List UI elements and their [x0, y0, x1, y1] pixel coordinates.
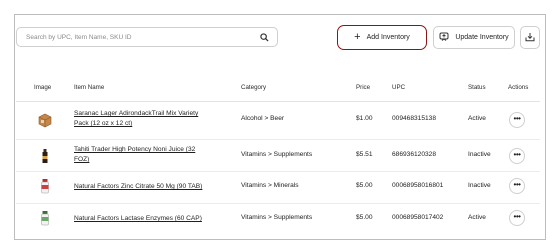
add-inventory-label: Add Inventory [366, 34, 410, 41]
upc-cell: 009468315138 [392, 115, 437, 122]
header-price: Price [356, 84, 371, 91]
item-name-line2: Pack (12 oz x 12 ct) [74, 120, 133, 127]
upc-cell: 00068958017402 [392, 214, 444, 221]
status-cell: Inactive [468, 182, 491, 189]
price-cell: $5.00 [356, 214, 373, 221]
plus-icon: + [354, 31, 361, 43]
category-cell: Vitamins > Supplements [241, 151, 313, 158]
header-image: Image [34, 84, 52, 91]
download-icon [525, 32, 535, 44]
row-actions-button[interactable]: ••• [509, 178, 525, 194]
capsule-bottle-icon [38, 210, 52, 226]
price-cell: $5.00 [356, 182, 373, 189]
header-category: Category [241, 84, 267, 91]
row-actions-button[interactable]: ••• [509, 210, 525, 226]
row-actions-button[interactable]: ••• [509, 112, 525, 128]
search-placeholder: Search by UPC, Item Name, SKU ID [26, 33, 132, 41]
beer-pack-icon [38, 112, 52, 128]
header-upc: UPC [392, 84, 406, 91]
row-actions-button[interactable]: ••• [509, 148, 525, 164]
upc-cell: 686936120328 [392, 151, 437, 158]
header-status: Status [468, 84, 486, 91]
table-row[interactable]: Saranac Lager AdirondackTrail Mix Variet… [16, 102, 540, 139]
item-name-line2: FOZ) [74, 156, 90, 163]
status-cell: Active [468, 115, 486, 122]
download-button[interactable] [520, 26, 540, 49]
status-cell: Active [468, 214, 486, 221]
category-cell: Vitamins > Minerals [241, 182, 299, 189]
add-inventory-button[interactable]: + Add Inventory [337, 25, 427, 50]
header-item-name: Item Name [74, 84, 105, 91]
search-input[interactable]: Search by UPC, Item Name, SKU ID [16, 27, 278, 47]
header-actions: Actions [508, 84, 529, 91]
price-cell: $5.51 [356, 151, 373, 158]
price-cell: $1.00 [356, 115, 373, 122]
item-name-line1: Saranac Lager AdirondackTrail Mix Variet… [74, 110, 199, 117]
supplement-bottle-icon [38, 178, 52, 194]
status-cell: Inactive [468, 151, 491, 158]
category-cell: Vitamins > Supplements [241, 214, 313, 221]
upc-cell: 00068958016801 [392, 182, 444, 189]
item-name-link[interactable]: Saranac Lager AdirondackTrail Mix Variet… [74, 109, 224, 129]
category-cell: Alcohol > Beer [241, 115, 285, 122]
juice-bottle-icon [38, 148, 52, 164]
update-icon [439, 32, 449, 44]
item-name-link[interactable]: Tahiti Trader High Potency Noni Juice (3… [74, 145, 224, 165]
item-name-line1: Tahiti Trader High Potency Noni Juice (3… [74, 146, 196, 153]
table-row[interactable]: Natural Factors Lactase Enzymes (60 CAP)… [16, 203, 540, 240]
update-inventory-button[interactable]: Update Inventory [433, 26, 515, 49]
update-inventory-label: Update Inventory [455, 34, 509, 41]
search-icon [259, 32, 269, 42]
table-header: Image Item Name Category Price UPC Statu… [16, 82, 540, 96]
